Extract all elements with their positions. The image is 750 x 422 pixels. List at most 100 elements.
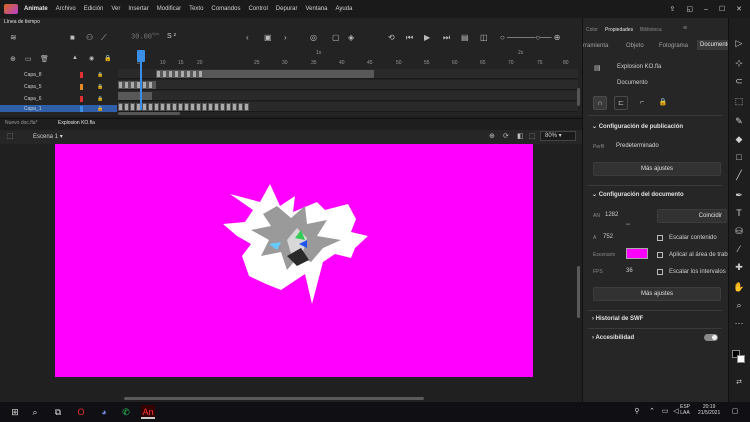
menu-depurar[interactable]: Depurar <box>276 6 298 12</box>
lock-icon[interactable]: 🔒 <box>97 72 103 78</box>
zoom-slider[interactable]: ○ ─────○── ⊕ <box>500 33 561 42</box>
chevron-left-icon[interactable]: ‹ <box>246 33 249 42</box>
maximize-icon[interactable]: ☐ <box>719 5 725 13</box>
new-folder-icon[interactable]: ▭ <box>25 55 32 63</box>
menu-edicion[interactable]: Edición <box>84 6 104 12</box>
highlight-icon[interactable]: ▲ <box>72 55 78 61</box>
accessibility-section-header[interactable]: › Accesibilidad <box>592 335 634 341</box>
mode-button-2[interactable]: ⊏ <box>614 96 628 110</box>
line-tool-icon[interactable]: ╱ <box>733 170 745 181</box>
center-frame-icon[interactable]: ▣ <box>264 33 272 42</box>
loop-icon[interactable]: ⟲ <box>388 33 395 42</box>
animate-taskbar-icon[interactable]: An <box>141 405 155 419</box>
menu-archivo[interactable]: Archivo <box>56 6 76 12</box>
clock[interactable]: 20:19 21/5/2021 <box>698 404 720 416</box>
parent-layer-icon[interactable]: ⚇ <box>86 33 93 42</box>
more-settings-button-2[interactable]: Más ajustes <box>593 287 721 301</box>
search-icon[interactable]: ⌕ <box>28 405 42 419</box>
fit-stage-icon[interactable]: ⬚ <box>529 132 536 140</box>
layer-row[interactable]: Capa_8 🔒 <box>0 69 117 80</box>
play-icon[interactable]: ▶ <box>424 33 430 42</box>
menu-texto[interactable]: Texto <box>189 6 203 12</box>
scale-content-checkbox[interactable] <box>657 235 663 241</box>
timeline-h-scrollbar[interactable] <box>118 112 180 115</box>
onion-skin-icon[interactable]: ◎ <box>310 33 317 42</box>
publish-section-header[interactable]: ⌄ Configuración de publicación <box>592 123 683 130</box>
width-value[interactable]: 1282 <box>605 212 618 218</box>
opera-icon[interactable]: O <box>74 405 88 419</box>
timeline-v-scrollbar[interactable] <box>577 88 580 106</box>
layer-row[interactable]: Capa_6 🔒 <box>0 93 117 104</box>
layer-row[interactable]: Capa_5 🔒 <box>0 81 117 92</box>
discord-icon[interactable]: ◕ <box>97 405 111 419</box>
brush-tool-icon[interactable]: ✎ <box>733 116 745 127</box>
free-transform-icon[interactable]: ⬚ <box>733 96 745 107</box>
pen-tool-icon[interactable]: ✒ <box>733 190 745 201</box>
insert-keyframe-icon[interactable]: ◈ <box>348 33 354 42</box>
fit-icon[interactable]: ◫ <box>480 33 488 42</box>
swap-colors-icon[interactable]: ⇄ <box>733 378 745 386</box>
mode-lock-icon[interactable]: 🔒 <box>656 96 670 110</box>
mode-button-3[interactable]: ⌐ <box>635 96 649 110</box>
playhead-line[interactable] <box>140 50 142 110</box>
camera-icon[interactable]: ■ <box>70 33 75 42</box>
current-fps-display[interactable]: 30.00fps <box>131 33 159 41</box>
fps-field[interactable]: S ² <box>167 33 176 40</box>
scale-intervals-checkbox[interactable] <box>657 269 663 275</box>
language-indicator[interactable]: ESP LAA <box>680 404 690 416</box>
lock-icon[interactable]: 🔒 <box>97 84 103 90</box>
center-stage-icon[interactable]: ⊕ <box>489 132 495 140</box>
lock-icon[interactable]: 🔒 <box>97 106 103 112</box>
subtab-fotograma[interactable]: Fotograma <box>659 43 688 49</box>
menu-comandos[interactable]: Comandos <box>211 6 240 12</box>
stage-h-scrollbar[interactable] <box>124 397 424 400</box>
scene-icon[interactable]: ⬚ <box>7 132 14 140</box>
menu-control[interactable]: Control <box>248 6 267 12</box>
eyedropper-icon[interactable]: ⁄ <box>733 244 745 254</box>
link-dimensions-icon[interactable]: ⚯ <box>626 222 630 228</box>
tray-chevron-icon[interactable]: ⌃ <box>645 405 659 419</box>
apply-work-area-checkbox[interactable] <box>657 252 663 258</box>
rectangle-tool-icon[interactable]: □ <box>733 152 745 162</box>
layer-color-swatch[interactable] <box>80 105 83 112</box>
bone-tool-icon[interactable]: ✚ <box>733 262 745 273</box>
chevron-right-icon[interactable]: › <box>284 33 287 42</box>
whatsapp-icon[interactable]: ✆ <box>119 405 133 419</box>
people-icon[interactable]: ⚲ <box>630 405 644 419</box>
next-frame-icon[interactable]: ⏭ <box>443 33 450 43</box>
delete-layer-icon[interactable]: 🗑 <box>40 55 49 63</box>
match-button[interactable]: Coincidir <box>657 209 727 223</box>
layers-stack-icon[interactable]: ≋ <box>10 33 17 42</box>
menu-ayuda[interactable]: Ayuda <box>336 6 353 12</box>
subtab-objeto[interactable]: Objeto <box>626 43 644 49</box>
task-view-icon[interactable]: ⧉ <box>51 405 65 419</box>
paint-bucket-icon[interactable]: ⛁ <box>733 226 745 237</box>
close-icon[interactable]: ✕ <box>736 5 742 13</box>
zoom-tool-icon[interactable]: ⌕ <box>733 300 745 311</box>
lock-icon[interactable]: 🔒 <box>97 96 103 102</box>
first-frame-icon[interactable]: ⏮ <box>406 33 413 43</box>
subtab-herramienta[interactable]: rramienta <box>583 43 608 49</box>
fps-value[interactable]: 36 <box>626 268 633 274</box>
panel-menu-icon[interactable]: ≡ <box>683 25 687 32</box>
snap-icon[interactable]: ▤ <box>461 33 469 42</box>
stage-canvas[interactable] <box>55 144 533 377</box>
mode-button-1[interactable]: ∩ <box>593 96 607 110</box>
new-layer-icon[interactable]: ⊕ <box>10 55 16 63</box>
eraser-tool-icon[interactable]: ◆ <box>733 134 745 145</box>
minimize-icon[interactable]: – <box>704 6 708 13</box>
menu-ventana[interactable]: Ventana <box>305 6 327 12</box>
more-tools-icon[interactable]: ⋯ <box>733 318 745 329</box>
menu-ver[interactable]: Ver <box>111 6 120 12</box>
swf-history-section-header[interactable]: › Historial de SWF <box>592 316 643 322</box>
clip-icon[interactable]: ◧ <box>517 132 524 140</box>
lock-all-icon[interactable]: 🔒 <box>104 55 111 62</box>
visibility-icon[interactable]: ◉ <box>89 55 94 62</box>
menu-modificar[interactable]: Modificar <box>157 6 181 12</box>
windows-start-icon[interactable]: ⊞ <box>8 405 22 419</box>
subselection-tool-icon[interactable]: ⊹ <box>733 58 745 69</box>
profile-select[interactable]: Predeterminado <box>613 141 723 152</box>
hand-tool-icon[interactable]: ✋ <box>733 282 745 293</box>
tab-nuevo-doc[interactable]: Nuevo doc.fla* <box>5 120 38 126</box>
frame-row[interactable] <box>118 80 578 90</box>
